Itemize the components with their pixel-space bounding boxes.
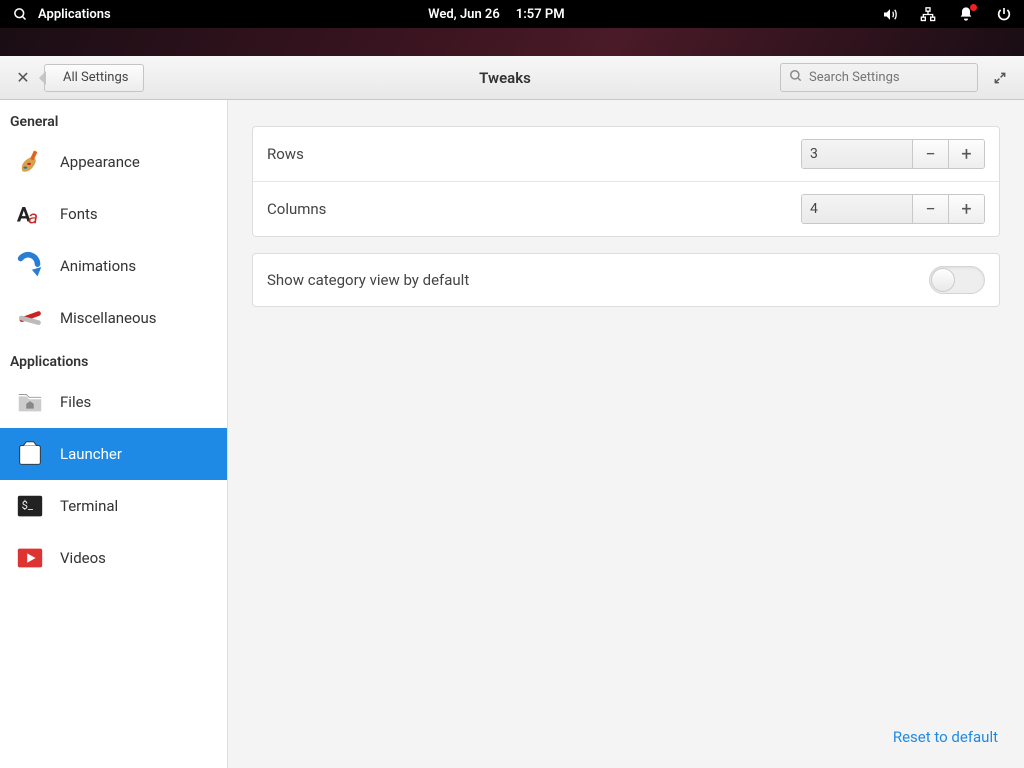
columns-stepper: − + [801, 194, 985, 224]
close-button[interactable]: ✕ [10, 65, 36, 91]
sidebar-item-terminal[interactable]: $_ Terminal [0, 480, 227, 532]
sidebar: General Appearance Aa Fonts Animations [0, 100, 228, 768]
columns-input[interactable] [802, 195, 912, 223]
panel-time[interactable]: 1:57 PM [516, 7, 565, 22]
content-pane: Rows − + Columns − + [228, 100, 1024, 768]
sidebar-item-miscellaneous[interactable]: Miscellaneous [0, 292, 227, 344]
terminal-icon: $_ [14, 490, 46, 522]
reset-to-default-link[interactable]: Reset to default [891, 722, 1000, 752]
sidebar-item-files[interactable]: Files [0, 376, 227, 428]
sidebar-item-label: Videos [60, 549, 106, 567]
sidebar-item-label: Appearance [60, 153, 140, 171]
search-settings-box[interactable] [780, 63, 978, 92]
videos-icon [14, 542, 46, 574]
rows-setting-row: Rows − + [253, 127, 999, 182]
sidebar-item-label: Terminal [60, 497, 118, 515]
volume-icon[interactable] [882, 6, 898, 22]
top-panel: Applications Wed, Jun 26 1:57 PM [0, 0, 1024, 28]
notifications-icon[interactable] [958, 6, 974, 22]
wallpaper [0, 28, 1024, 56]
sidebar-item-label: Fonts [60, 205, 98, 223]
rows-label: Rows [267, 145, 304, 163]
sidebar-item-label: Animations [60, 257, 136, 275]
toggle-knob [931, 268, 955, 292]
rows-decrement-button[interactable]: − [912, 140, 948, 168]
category-view-group: Show category view by default [252, 253, 1000, 307]
header-bar: ✕ All Settings Tweaks [0, 56, 1024, 100]
network-icon[interactable] [920, 6, 936, 22]
category-view-label: Show category view by default [267, 271, 469, 289]
search-icon[interactable] [12, 6, 28, 22]
columns-increment-button[interactable]: + [948, 195, 984, 223]
sidebar-item-animations[interactable]: Animations [0, 240, 227, 292]
search-settings-input[interactable] [809, 70, 975, 85]
svg-text:$_: $_ [22, 499, 34, 512]
category-view-row: Show category view by default [253, 254, 999, 306]
sidebar-item-videos[interactable]: Videos [0, 532, 227, 584]
sidebar-item-label: Launcher [60, 445, 122, 463]
all-settings-back-button[interactable]: All Settings [44, 64, 144, 92]
miscellaneous-icon [14, 302, 46, 334]
files-icon [14, 386, 46, 418]
sidebar-item-label: Files [60, 393, 91, 411]
maximize-button[interactable] [986, 64, 1014, 92]
sidebar-item-launcher[interactable]: Launcher [0, 428, 227, 480]
grid-size-group: Rows − + Columns − + [252, 126, 1000, 237]
sidebar-item-fonts[interactable]: Aa Fonts [0, 188, 227, 240]
sidebar-section-general: General [0, 104, 227, 136]
rows-input[interactable] [802, 140, 912, 168]
power-icon[interactable] [996, 6, 1012, 22]
window-title: Tweaks [238, 69, 772, 87]
sidebar-item-label: Miscellaneous [60, 309, 157, 327]
rows-increment-button[interactable]: + [948, 140, 984, 168]
appearance-icon [14, 146, 46, 178]
columns-label: Columns [267, 200, 326, 218]
search-icon [789, 68, 803, 87]
columns-setting-row: Columns − + [253, 182, 999, 236]
panel-date[interactable]: Wed, Jun 26 [428, 7, 500, 22]
category-view-toggle[interactable] [929, 266, 985, 294]
sidebar-section-applications: Applications [0, 344, 227, 376]
columns-decrement-button[interactable]: − [912, 195, 948, 223]
sidebar-item-appearance[interactable]: Appearance [0, 136, 227, 188]
settings-window: ✕ All Settings Tweaks General Appea [0, 56, 1024, 768]
fonts-icon: Aa [14, 198, 46, 230]
rows-stepper: − + [801, 139, 985, 169]
animations-icon [14, 250, 46, 282]
launcher-icon [14, 438, 46, 470]
svg-text:a: a [28, 206, 38, 228]
applications-menu[interactable]: Applications [38, 7, 111, 22]
